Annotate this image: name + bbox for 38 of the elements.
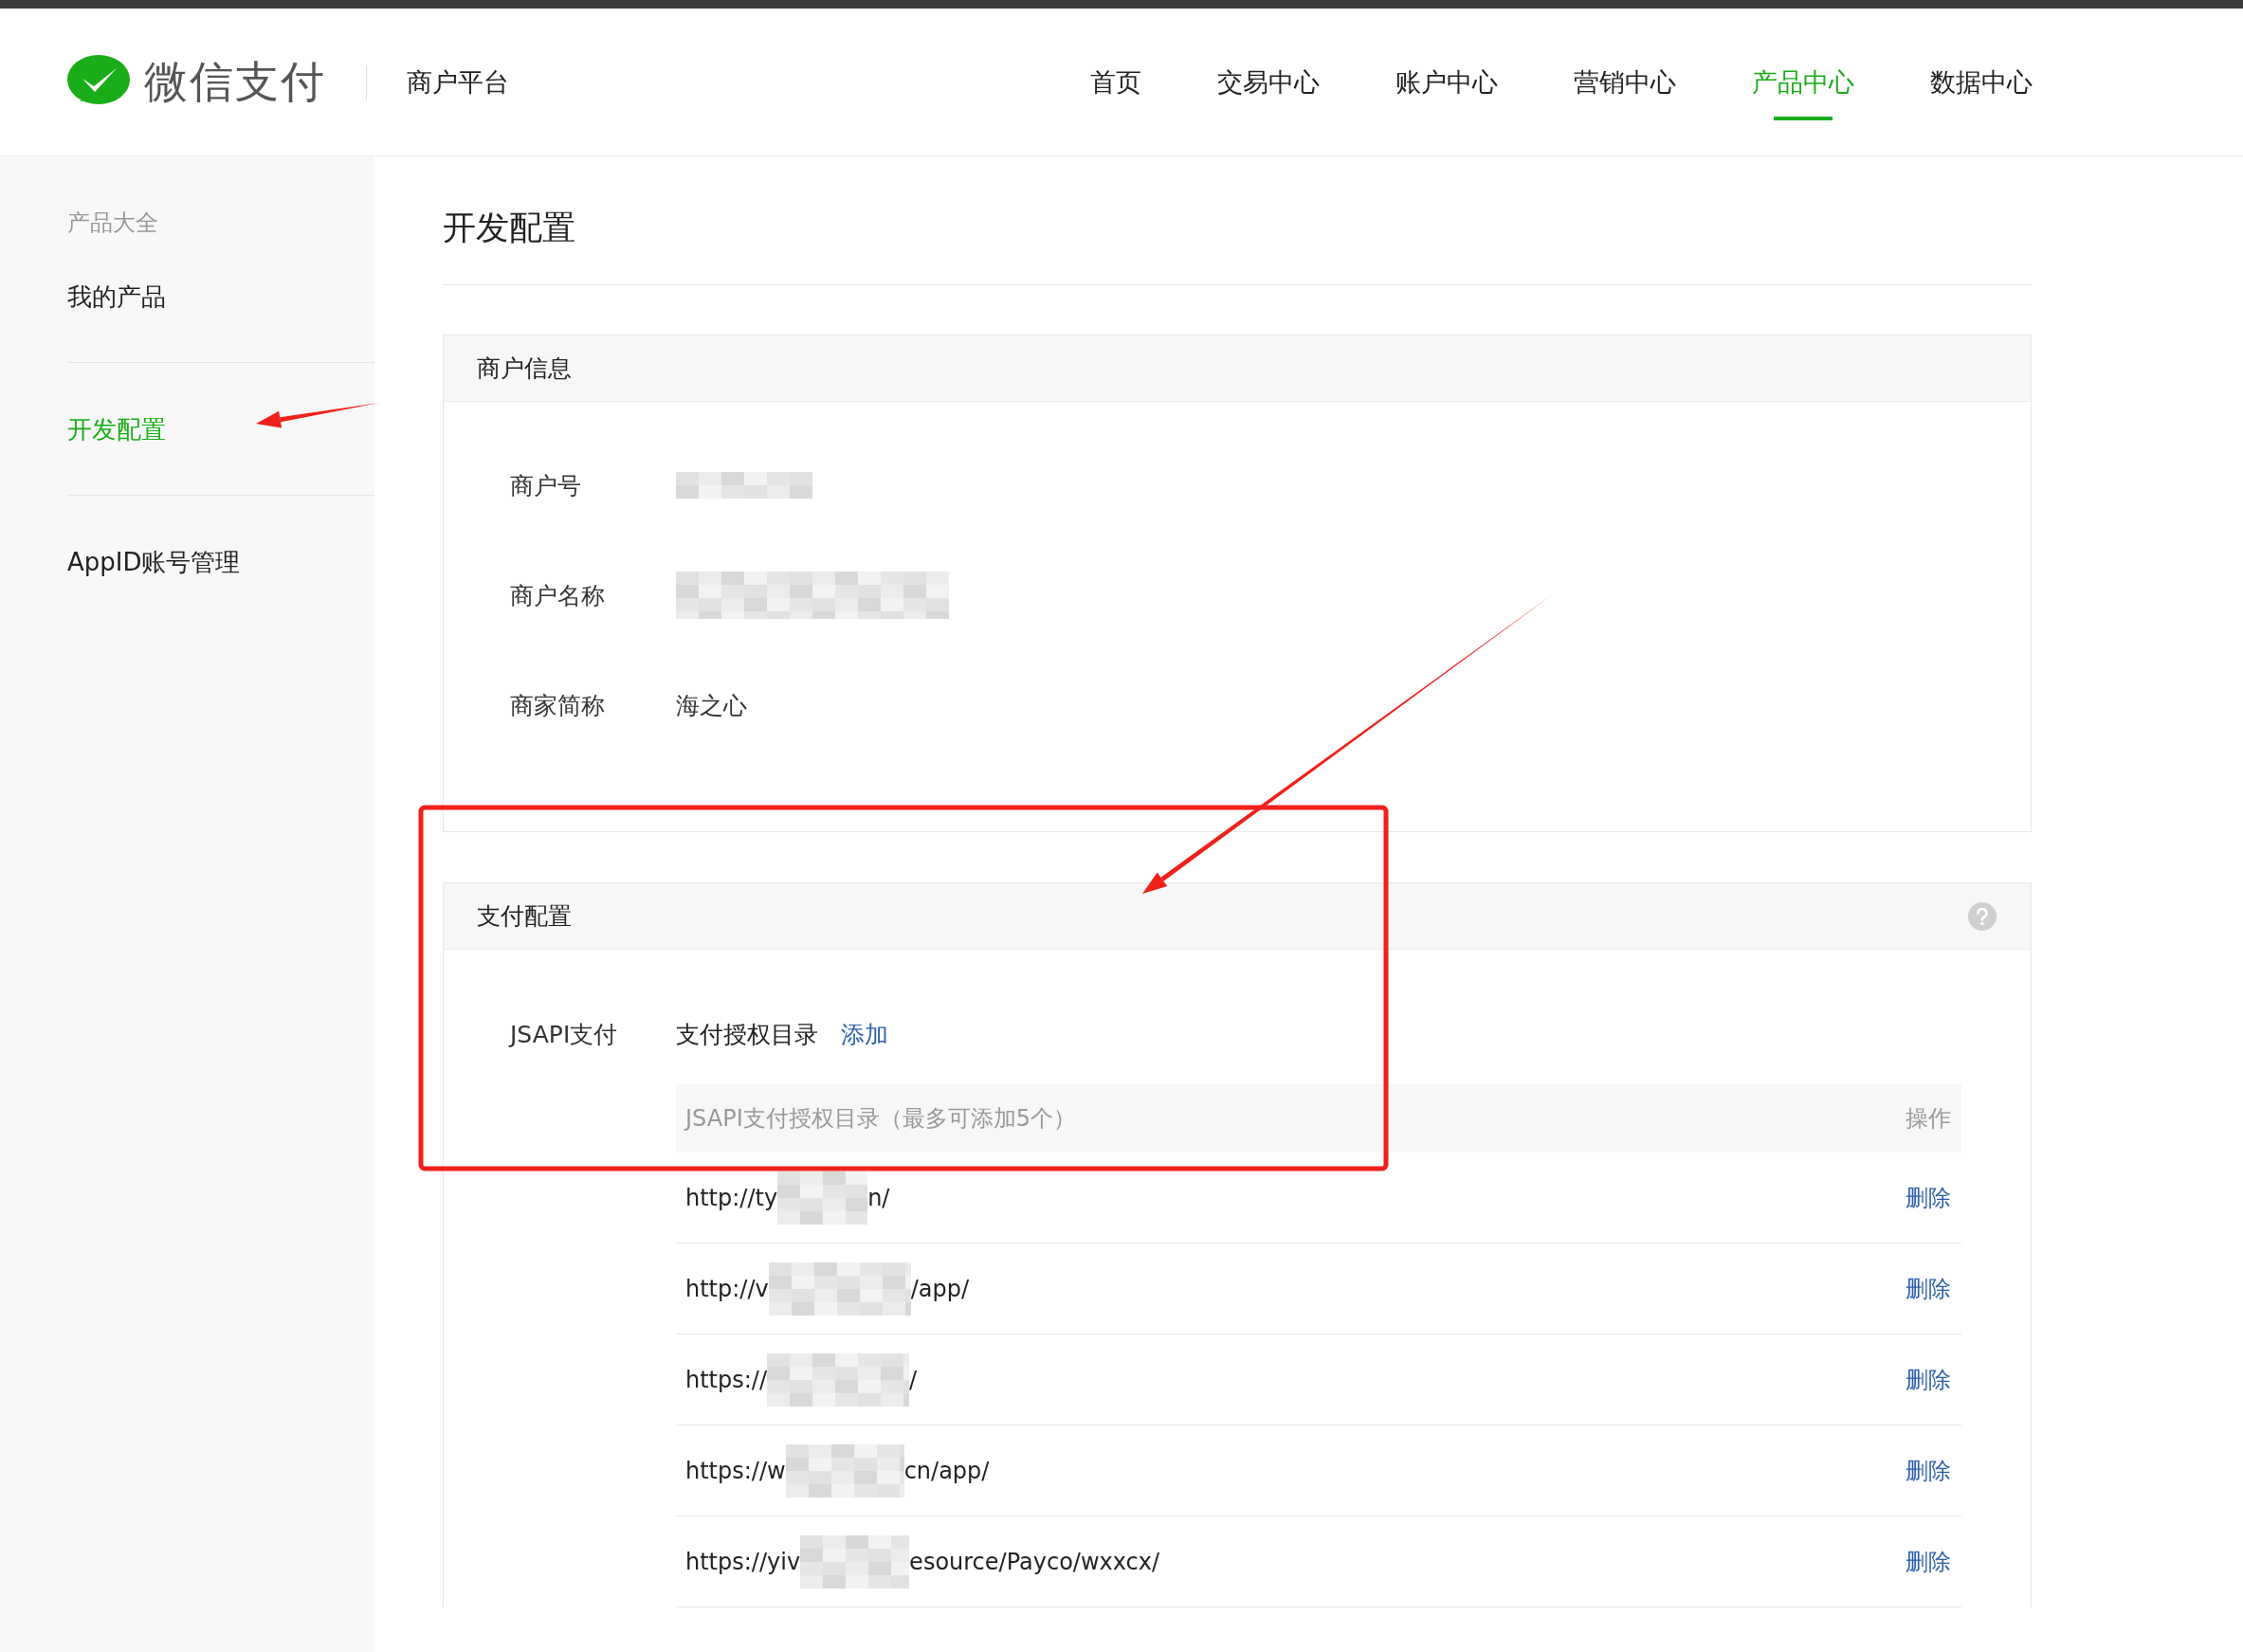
url-text: https://w <box>685 1457 786 1484</box>
delete-link[interactable]: 删除 <box>1906 1546 1951 1577</box>
help-icon[interactable] <box>1968 901 1997 931</box>
url-text: https:// <box>685 1366 768 1393</box>
platform-name: 商户平台 <box>407 65 509 99</box>
url-text: /app/ <box>910 1275 970 1302</box>
delete-link[interactable]: 删除 <box>1906 1364 1951 1395</box>
brand-name: 微信支付 <box>144 54 326 109</box>
field-label: JSAPI支付 <box>510 1019 619 1050</box>
page-title: 开发配置 <box>443 208 575 248</box>
url-text: https://yiv <box>685 1548 801 1575</box>
field-label: 商户名称 <box>510 580 606 611</box>
field-label: 商户号 <box>510 470 582 501</box>
nav-tab[interactable]: 营销中心 <box>1574 44 1676 120</box>
nav-tab[interactable]: 账户中心 <box>1395 44 1498 120</box>
section-title: 商户信息 <box>477 354 572 384</box>
nav-tab[interactable]: 交易中心 <box>1217 44 1320 120</box>
sidebar-item[interactable]: 我的产品 <box>67 260 166 334</box>
url-text: / <box>909 1366 918 1393</box>
delete-link[interactable]: 删除 <box>1906 1182 1951 1213</box>
nav-tab[interactable]: 首页 <box>1090 44 1141 120</box>
field-value: 海之心 <box>676 690 747 721</box>
nav-tab[interactable]: 数据中心 <box>1930 44 2033 120</box>
column-header: 操作 <box>1906 1104 1951 1134</box>
url-text: http://v <box>685 1275 769 1302</box>
delete-link[interactable]: 删除 <box>1906 1455 1951 1486</box>
url-text: cn/app/ <box>903 1457 990 1484</box>
url-text: n/ <box>867 1184 890 1211</box>
section-title: 支付配置 <box>477 901 572 932</box>
column-header: JSAPI支付授权目录（最多可添加5个） <box>685 1104 1076 1134</box>
url-text: esource/Payco/wxxcx/ <box>909 1548 1160 1575</box>
field-label: 商家简称 <box>510 690 606 721</box>
sidebar-heading: 产品大全 <box>67 209 158 238</box>
delete-link[interactable]: 删除 <box>1906 1273 1951 1304</box>
directory-label: 支付授权目录 <box>676 1019 818 1050</box>
add-link[interactable]: 添加 <box>841 1018 888 1050</box>
url-text: http://ty <box>685 1184 778 1211</box>
sidebar-item[interactable]: AppID账号管理 <box>67 525 241 599</box>
